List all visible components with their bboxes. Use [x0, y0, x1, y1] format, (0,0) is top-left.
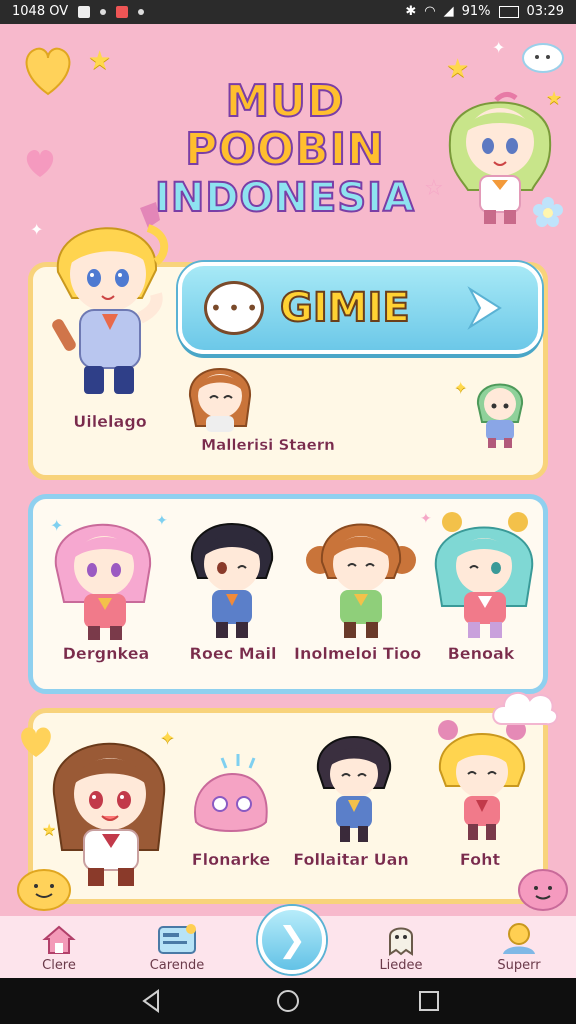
nav-center-button[interactable]: ❯ — [258, 906, 326, 974]
speech-bubble-icon — [520, 42, 566, 82]
user-icon — [499, 922, 539, 956]
recents-button[interactable] — [416, 988, 442, 1014]
heart-icon — [18, 42, 78, 102]
wifi-icon: ◠ — [424, 4, 436, 19]
character-dark-hair[interactable] — [312, 724, 396, 846]
clock: 03:29 — [526, 4, 564, 19]
character-teal-hair[interactable] — [430, 506, 540, 642]
nav-item-label: Superr — [497, 958, 541, 973]
nav-item-home[interactable]: Clere — [14, 918, 104, 976]
character-caption: Follaitar Uan — [293, 850, 409, 869]
nav-item-card[interactable]: Carende — [132, 918, 222, 976]
nav-item-profile[interactable]: Superr — [474, 918, 564, 976]
slime-mascot[interactable] — [186, 752, 276, 844]
smiley-sticker-icon — [14, 862, 74, 916]
character-small-green[interactable] — [474, 376, 526, 452]
chat-bubble-icon: • • • — [204, 281, 264, 335]
signal-icon: ◢ — [443, 4, 454, 19]
battery-percent: 91% — [461, 4, 491, 19]
character-pigtails[interactable] — [306, 506, 416, 642]
character-caption: Dergnkea — [62, 644, 150, 663]
smiley-sticker-icon — [516, 866, 570, 916]
status-left-text: 1048 OV — [12, 4, 69, 19]
character-brown-hair[interactable] — [186, 356, 256, 432]
cloud-icon — [490, 684, 560, 738]
dot-icon — [100, 8, 107, 15]
nav-item-label: Liedee — [379, 958, 423, 973]
character-caption: Benoak — [447, 644, 515, 663]
star-icon: ★ — [88, 46, 112, 76]
nav-item-label: Clere — [42, 958, 76, 973]
character-green-hair[interactable] — [440, 80, 560, 230]
character-caption: Foht — [459, 850, 501, 869]
bluetooth-icon: ✱ — [405, 4, 417, 19]
app-notification-icon — [116, 5, 129, 18]
back-button[interactable] — [138, 988, 164, 1014]
status-bar: 1048 OV ✱ ◠ ◢ 91% 03:29 — [0, 0, 576, 24]
home-icon — [39, 922, 79, 956]
sparkle-icon: ✦ — [30, 220, 44, 239]
dot-icon — [138, 8, 145, 15]
star-icon: ✦ — [454, 378, 468, 397]
nav-item-ghost[interactable]: Liedee — [356, 918, 446, 976]
game-button[interactable]: • • • GIMIE — [178, 262, 542, 354]
battery-icon — [498, 5, 519, 18]
character-caption: Flonarke — [191, 850, 271, 869]
character-caption: Inolmeloi Tioo — [294, 644, 422, 663]
notification-icon — [78, 5, 91, 18]
character-caption: Roec Mail — [189, 644, 277, 663]
system-nav-bar — [0, 978, 576, 1024]
heart-icon — [22, 146, 58, 184]
character-black-hair[interactable] — [184, 508, 280, 642]
home-button[interactable] — [275, 988, 301, 1014]
ghost-icon — [381, 922, 421, 956]
card-icon — [157, 922, 197, 956]
chevron-right-icon — [454, 279, 512, 337]
chevron-right-icon: ❯ — [277, 920, 307, 960]
character-caption: Uilelago — [73, 412, 147, 431]
character-pink-hair[interactable] — [50, 506, 160, 642]
title-line-1: MUD POOBIN — [184, 76, 385, 175]
nav-item-label: Carende — [149, 958, 205, 973]
game-button-label: GIMIE — [279, 284, 411, 332]
sparkle-icon: ✦ — [492, 38, 506, 57]
character-blonde[interactable] — [44, 198, 174, 408]
character-caption: Mallerisi Staern — [201, 436, 335, 454]
